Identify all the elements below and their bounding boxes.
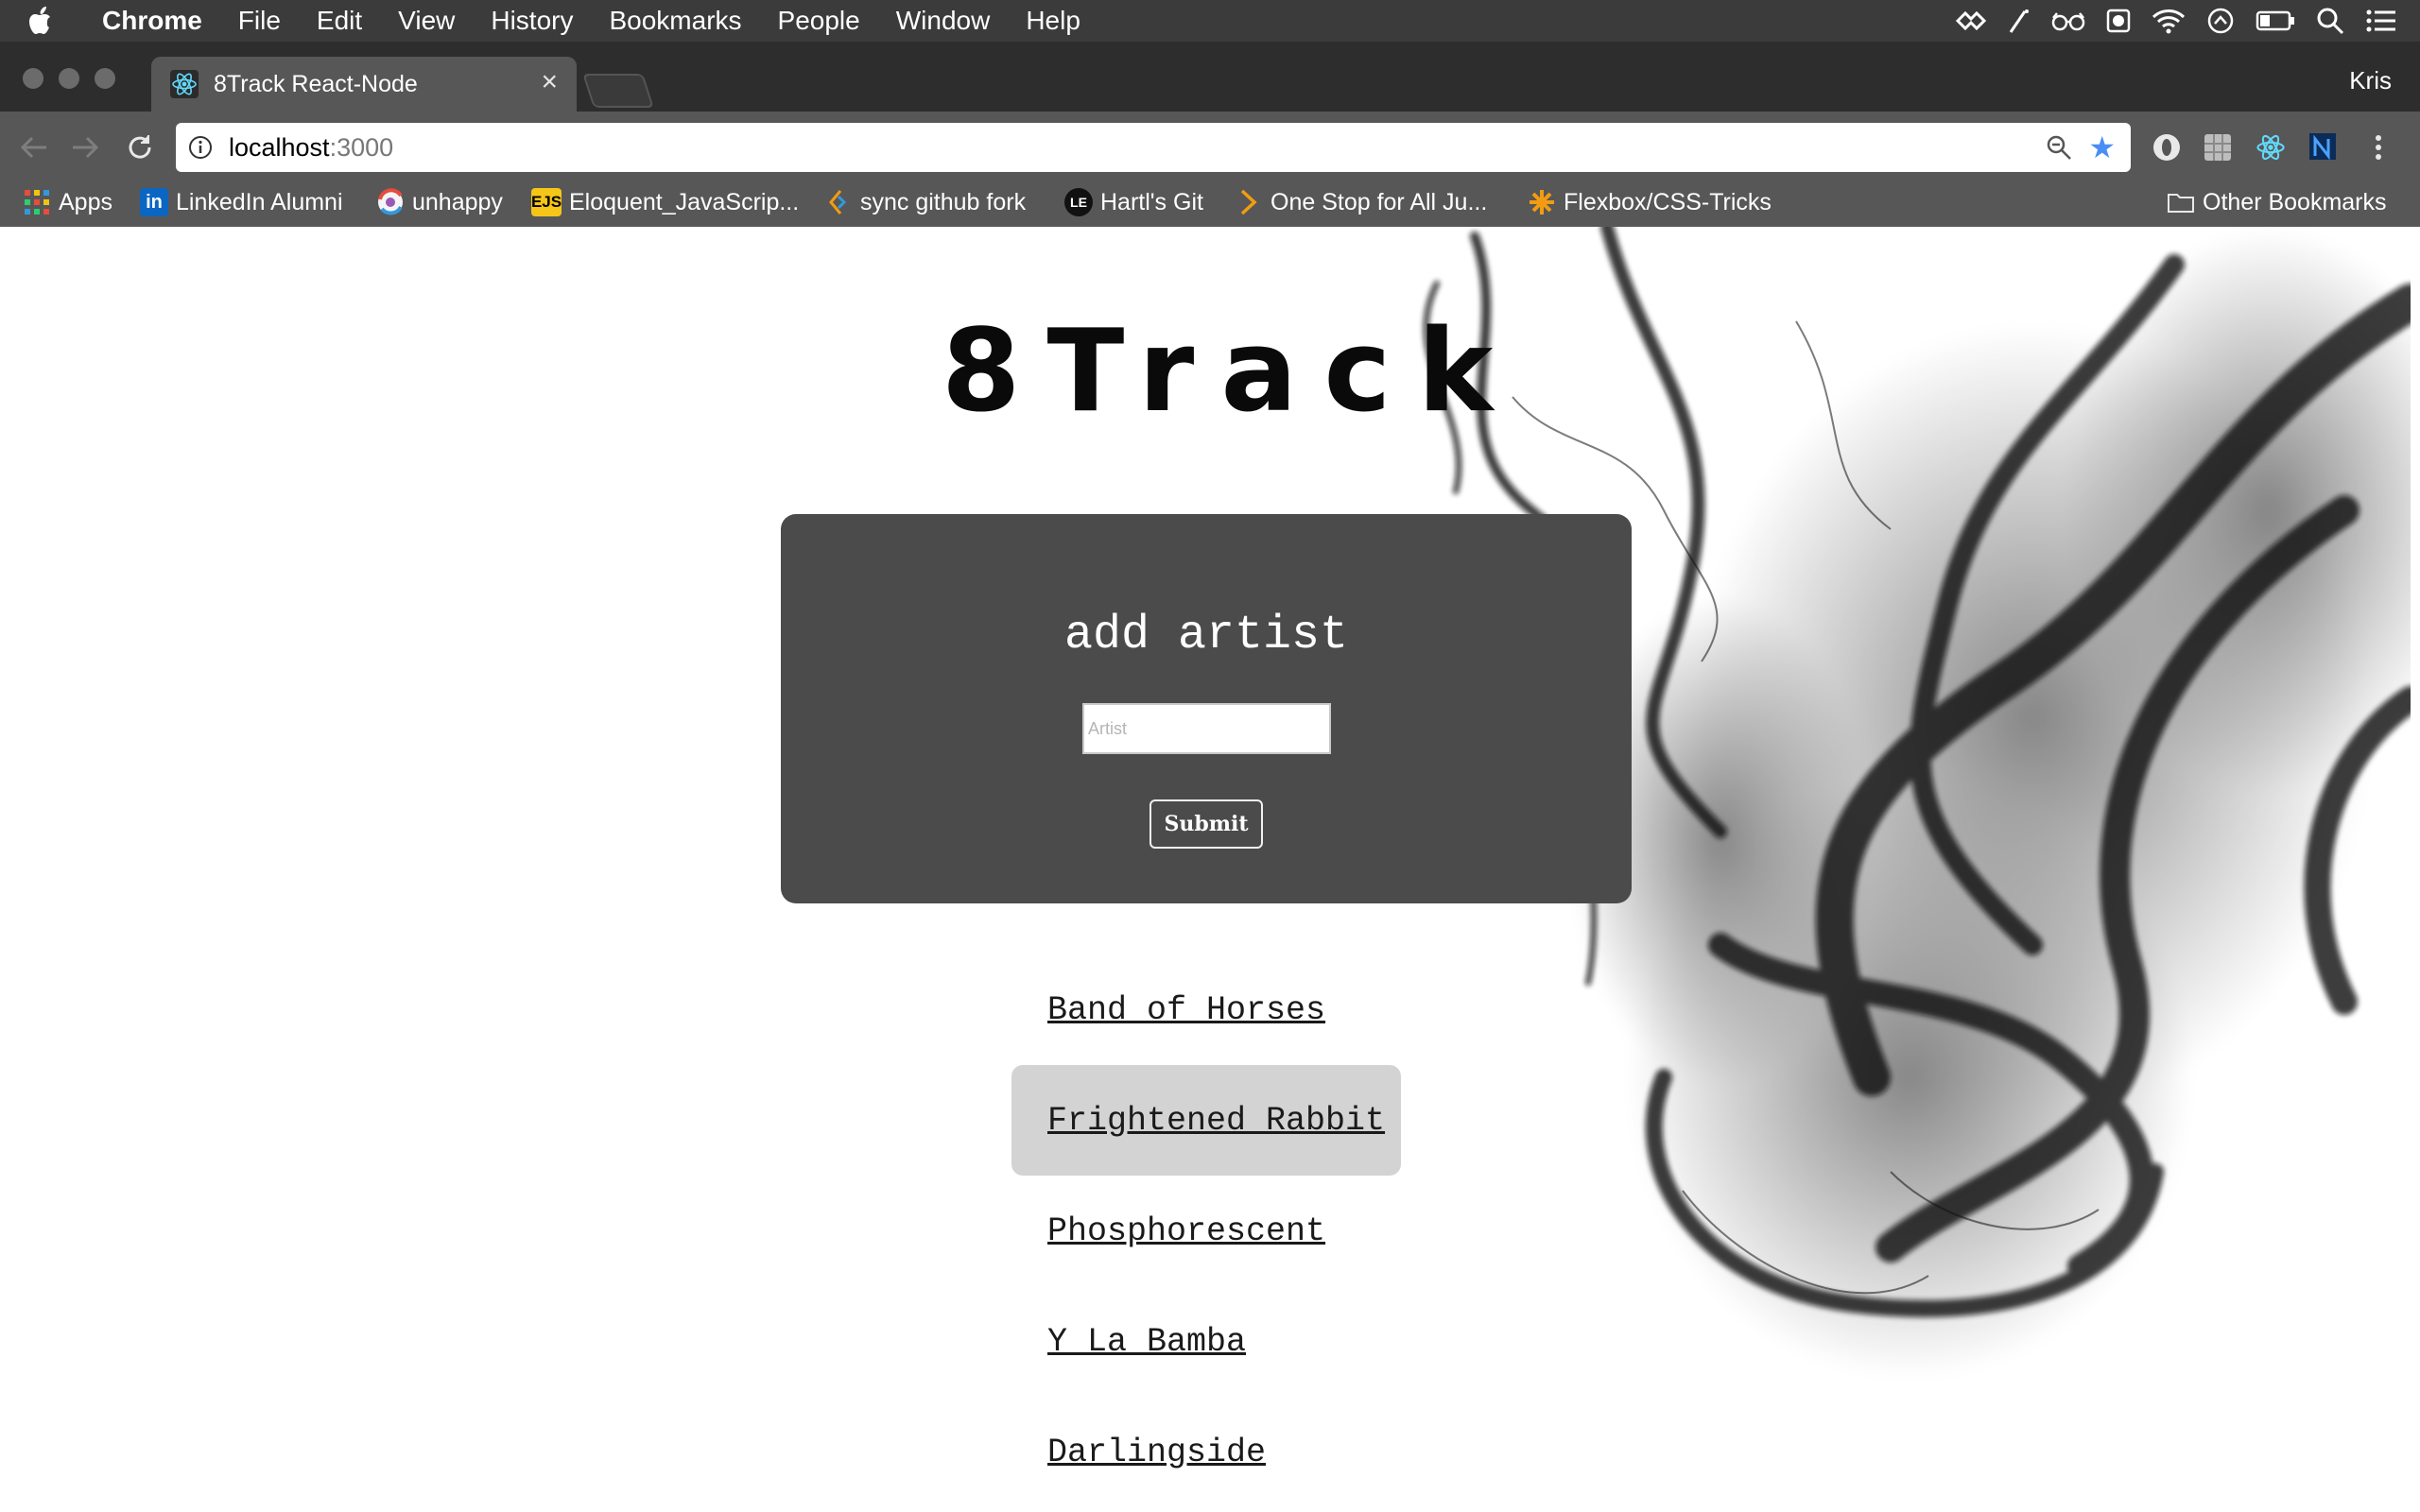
menu-history[interactable]: History [473,0,591,42]
chrome-menu-icon[interactable] [2361,130,2395,164]
chevron-right-icon [1235,188,1263,216]
artist-item[interactable]: Band of Horses [1011,954,1401,1065]
forward-arrow-icon[interactable] [68,130,102,164]
bookmarks-bar: Apps in LinkedIn Alumni unhappy EJS Eloq… [0,181,2420,227]
linkedin-icon: in [140,188,168,216]
sync-icon[interactable] [2206,7,2235,35]
menu-bookmarks[interactable]: Bookmarks [591,0,759,42]
menu-view[interactable]: View [380,0,473,42]
tab-title: 8Track React-Node [214,70,418,97]
bookmark-linkedin-alumni[interactable]: in LinkedIn Alumni [140,181,343,223]
reload-icon[interactable] [123,130,157,164]
ejs-icon: EJS [531,188,562,216]
menu-people[interactable]: People [760,0,878,42]
bookmark-other-bookmarks[interactable]: Other Bookmarks [2167,181,2387,223]
extension-grid-icon[interactable] [2201,130,2235,164]
minimize-window-button[interactable] [59,68,79,89]
menu-edit[interactable]: Edit [299,0,380,42]
artist-link[interactable]: Darlingside [1047,1434,1266,1471]
menu-help[interactable]: Help [1008,0,1098,42]
artist-item[interactable]: Darlingside [1011,1397,1401,1507]
app-logo: 8Track [942,306,1520,438]
extension-n-icon[interactable] [2307,130,2341,164]
spotlight-icon[interactable] [2316,7,2344,35]
apple-icon[interactable] [28,6,79,36]
browser-toolbar: localhost:3000 ★ [0,112,2420,181]
bookmark-flexbox-css-tricks[interactable]: Flexbox/CSS-Tricks [1528,181,1772,223]
wand-icon[interactable] [2008,8,2031,34]
bookmark-eloquent-javascript[interactable]: EJS Eloquent_JavaScrip... [531,181,799,223]
bookmark-label: Apps [59,188,112,215]
battery-icon[interactable] [2256,10,2295,31]
code-icon [824,188,853,216]
zoom-window-button[interactable] [95,68,115,89]
submit-button[interactable]: Submit [1150,799,1263,849]
bookmark-hartls-git[interactable]: LE Hartl's Git [1064,181,1203,223]
status-area [1955,0,2397,42]
bookmark-unhappy[interactable]: unhappy [376,181,503,223]
url-port: :3000 [329,132,394,162]
bookmark-label: sync github fork [860,188,1027,215]
glasses-icon[interactable] [2051,10,2085,31]
bookmark-one-stop[interactable]: One Stop for All Ju... [1235,181,1487,223]
profile-name[interactable]: Kris [2349,66,2392,95]
unhappy-icon [376,188,405,216]
artist-list: Band of Horses Frightened Rabbit Phospho… [1011,954,1401,1507]
bookmark-label: unhappy [412,188,503,215]
dropbox-icon[interactable] [1955,10,1987,31]
extension-circle-icon[interactable] [2150,130,2184,164]
address-bar[interactable]: localhost:3000 ★ [176,123,2131,172]
add-artist-heading: add artist [1063,609,1349,662]
artist-link[interactable]: Y La Bamba [1047,1323,1246,1361]
artist-link[interactable]: Band of Horses [1047,991,1325,1029]
zoom-icon[interactable] [2046,134,2072,165]
artist-link[interactable]: Phosphorescent [1047,1212,1325,1250]
wifi-icon[interactable] [2152,8,2186,34]
folder-icon [2167,188,2195,216]
macos-menu-bar: Chrome File Edit View History Bookmarks … [0,0,2420,42]
menu-app-chrome[interactable]: Chrome [79,0,220,42]
artist-item[interactable]: Y La Bamba [1011,1286,1401,1397]
react-icon [168,68,200,100]
notification-center-icon[interactable] [2365,9,2397,33]
react-devtools-icon[interactable] [2254,130,2288,164]
record-icon[interactable] [2106,9,2131,33]
menu-window[interactable]: Window [878,0,1009,42]
window-right-edge [2411,227,2420,1512]
info-icon[interactable] [187,134,214,161]
artist-input[interactable] [1082,703,1331,754]
bookmark-sync-github-fork[interactable]: sync github fork [824,181,1026,223]
bookmark-label: LinkedIn Alumni [176,188,343,215]
bookmark-apps[interactable]: Apps [23,181,112,223]
asterisk-icon [1528,188,1556,216]
tab-close-icon[interactable]: × [541,68,558,96]
menu-file[interactable]: File [220,0,299,42]
close-window-button[interactable] [23,68,43,89]
bookmark-label: Eloquent_JavaScrip... [569,188,800,215]
browser-tab-strip: 8Track React-Node × Kris [0,42,2420,112]
artist-item[interactable]: Phosphorescent [1011,1176,1401,1286]
bookmark-label: One Stop for All Ju... [1270,188,1488,215]
url-host: localhost [229,132,330,162]
artist-item-hovered[interactable]: Frightened Rabbit [1011,1065,1401,1176]
hartl-icon: LE [1064,188,1093,216]
bookmark-label: Other Bookmarks [2203,188,2387,215]
tab-active[interactable]: 8Track React-Node × [151,57,577,112]
url-text: localhost:3000 [229,133,393,163]
window-controls [23,68,115,89]
add-artist-panel: add artist Submit [781,514,1632,903]
artist-link[interactable]: Frightened Rabbit [1047,1102,1385,1140]
page-viewport: 8Track add artist Submit Band of Horses … [0,227,2411,1512]
apps-grid-icon [23,188,51,216]
bookmark-label: Hartl's Git [1100,188,1203,215]
back-arrow-icon[interactable] [17,130,51,164]
bookmark-star-icon[interactable]: ★ [2088,132,2116,163]
new-tab-button[interactable] [582,74,654,108]
bookmark-label: Flexbox/CSS-Tricks [1564,188,1772,215]
